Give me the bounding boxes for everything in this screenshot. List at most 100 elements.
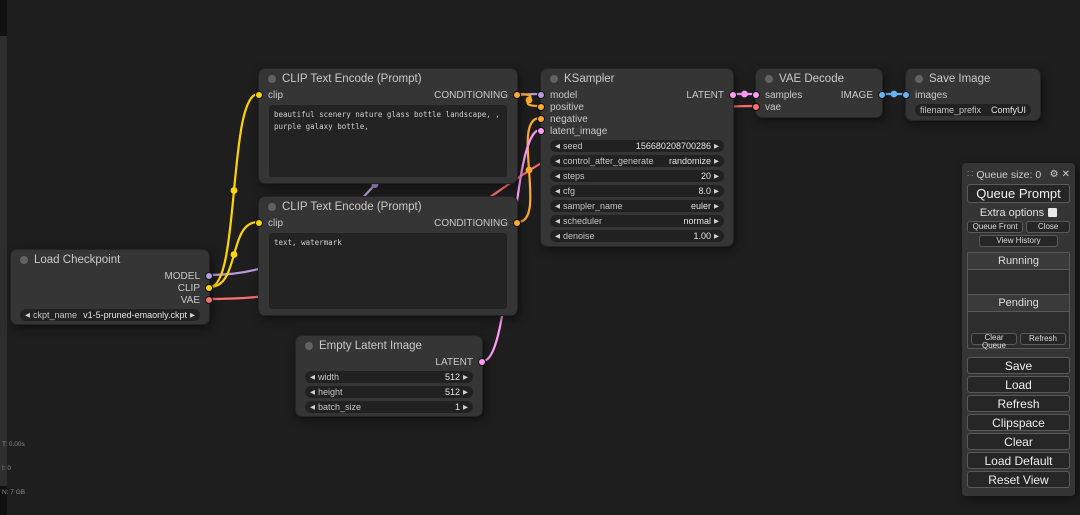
refresh-queue-button[interactable]: Refresh xyxy=(1020,333,1066,345)
widget-batch-size[interactable]: ◀ batch_size 1 ▶ xyxy=(305,401,473,413)
collapse-dot-icon[interactable] xyxy=(268,203,276,211)
output-port-latent[interactable]: LATENT xyxy=(686,90,724,101)
node-empty-latent-image[interactable]: Empty Latent Image LATENT ◀ width 512 ▶ … xyxy=(295,335,483,417)
port-dot-clip[interactable] xyxy=(205,284,213,292)
increment-arrow-icon[interactable]: ▶ xyxy=(463,388,468,396)
decrement-arrow-icon[interactable]: ◀ xyxy=(555,142,560,150)
input-port-vae[interactable]: vae xyxy=(765,102,781,113)
increment-arrow-icon[interactable]: ▶ xyxy=(714,217,719,225)
clipspace-button[interactable]: Clipspace xyxy=(967,414,1070,431)
widget-sampler-name[interactable]: ◀ sampler_name euler ▶ xyxy=(550,200,724,212)
load-button[interactable]: Load xyxy=(967,376,1070,393)
increment-arrow-icon[interactable]: ▶ xyxy=(190,311,195,319)
input-port-latent-image[interactable]: latent_image xyxy=(550,126,607,137)
view-history-button[interactable]: View History xyxy=(979,235,1057,247)
widget-denoise[interactable]: ◀ denoise 1.00 ▶ xyxy=(550,230,724,242)
collapse-dot-icon[interactable] xyxy=(765,75,773,83)
node-title-bar[interactable]: VAE Decode xyxy=(756,69,882,89)
node-title-bar[interactable]: KSampler xyxy=(541,69,733,89)
prompt-textarea[interactable]: text, watermark xyxy=(269,233,507,309)
port-dot-clip[interactable] xyxy=(255,91,263,99)
node-save-image[interactable]: Save Image images filename_prefix ComfyU… xyxy=(905,68,1041,121)
port-dot-clip[interactable] xyxy=(255,219,263,227)
clear-queue-button[interactable]: Clear Queue xyxy=(971,333,1017,345)
increment-arrow-icon[interactable]: ▶ xyxy=(714,232,719,240)
increment-arrow-icon[interactable]: ▶ xyxy=(714,142,719,150)
port-dot-image[interactable] xyxy=(902,91,910,99)
decrement-arrow-icon[interactable]: ◀ xyxy=(310,388,315,396)
queue-front-button[interactable]: Queue Front xyxy=(967,221,1023,233)
increment-arrow-icon[interactable]: ▶ xyxy=(714,157,719,165)
input-port-positive[interactable]: positive xyxy=(550,102,584,113)
close-icon[interactable]: ✕ xyxy=(1062,169,1070,180)
widget-control-after-generate[interactable]: ◀ control_after_generate randomize ▶ xyxy=(550,155,724,167)
collapse-dot-icon[interactable] xyxy=(268,75,276,83)
save-button[interactable]: Save xyxy=(967,357,1070,374)
drag-handle-icon[interactable]: ∷ xyxy=(967,169,973,180)
output-port-conditioning[interactable]: CONDITIONING xyxy=(434,218,508,229)
node-graph-canvas[interactable]: Load Checkpoint MODEL CLIP VAE ◀ ckpt_na… xyxy=(0,0,1080,515)
output-port-latent[interactable]: LATENT xyxy=(435,357,473,368)
port-dot-latent[interactable] xyxy=(478,358,486,366)
output-port-clip[interactable]: CLIP xyxy=(178,283,200,294)
node-clip-text-encode-negative[interactable]: CLIP Text Encode (Prompt) clip CONDITION… xyxy=(258,196,518,316)
settings-gear-icon[interactable]: ⚙ xyxy=(1050,169,1059,180)
widget-scheduler[interactable]: ◀ scheduler normal ▶ xyxy=(550,215,724,227)
widget-steps[interactable]: ◀ steps 20 ▶ xyxy=(550,170,724,182)
collapse-dot-icon[interactable] xyxy=(20,256,28,264)
port-dot-vae[interactable] xyxy=(752,103,760,111)
reset-view-button[interactable]: Reset View xyxy=(967,471,1070,488)
output-port-model[interactable]: MODEL xyxy=(164,271,200,282)
node-load-checkpoint[interactable]: Load Checkpoint MODEL CLIP VAE ◀ ckpt_na… xyxy=(10,249,210,325)
collapse-dot-icon[interactable] xyxy=(305,342,313,350)
decrement-arrow-icon[interactable]: ◀ xyxy=(555,172,560,180)
collapse-dot-icon[interactable] xyxy=(550,75,558,83)
input-port-clip[interactable]: clip xyxy=(268,90,283,101)
refresh-button[interactable]: Refresh xyxy=(967,395,1070,412)
increment-arrow-icon[interactable]: ▶ xyxy=(463,373,468,381)
widget-filename-prefix[interactable]: filename_prefix ComfyUI xyxy=(915,104,1031,116)
queue-prompt-button[interactable]: Queue Prompt xyxy=(967,184,1070,203)
port-dot-vae[interactable] xyxy=(205,296,213,304)
port-dot-conditioning[interactable] xyxy=(537,103,545,111)
output-port-vae[interactable]: VAE xyxy=(181,295,200,306)
output-port-conditioning[interactable]: CONDITIONING xyxy=(434,90,508,101)
node-title-bar[interactable]: Load Checkpoint xyxy=(11,250,209,270)
output-port-image[interactable]: IMAGE xyxy=(841,90,873,101)
decrement-arrow-icon[interactable]: ◀ xyxy=(25,311,30,319)
port-dot-model[interactable] xyxy=(205,272,213,280)
input-port-images[interactable]: images xyxy=(915,90,947,101)
decrement-arrow-icon[interactable]: ◀ xyxy=(555,232,560,240)
input-port-negative[interactable]: negative xyxy=(550,114,588,125)
node-title-bar[interactable]: Empty Latent Image xyxy=(296,336,482,356)
port-dot-model[interactable] xyxy=(537,91,545,99)
decrement-arrow-icon[interactable]: ◀ xyxy=(555,187,560,195)
port-dot-latent[interactable] xyxy=(537,127,545,135)
increment-arrow-icon[interactable]: ▶ xyxy=(714,172,719,180)
widget-seed[interactable]: ◀ seed 156680208700286 ▶ xyxy=(550,140,724,152)
load-default-button[interactable]: Load Default xyxy=(967,452,1070,469)
port-dot-conditioning[interactable] xyxy=(513,91,521,99)
node-vae-decode[interactable]: VAE Decode samples IMAGE vae xyxy=(755,68,883,118)
increment-arrow-icon[interactable]: ▶ xyxy=(463,403,468,411)
port-dot-conditioning[interactable] xyxy=(537,115,545,123)
decrement-arrow-icon[interactable]: ◀ xyxy=(555,157,560,165)
widget-width[interactable]: ◀ width 512 ▶ xyxy=(305,371,473,383)
decrement-arrow-icon[interactable]: ◀ xyxy=(555,202,560,210)
node-clip-text-encode-positive[interactable]: CLIP Text Encode (Prompt) clip CONDITION… xyxy=(258,68,518,184)
node-title-bar[interactable]: CLIP Text Encode (Prompt) xyxy=(259,197,517,217)
input-port-model[interactable]: model xyxy=(550,90,577,101)
node-ksampler[interactable]: KSampler model LATENT positive negative xyxy=(540,68,734,247)
decrement-arrow-icon[interactable]: ◀ xyxy=(310,373,315,381)
port-dot-image[interactable] xyxy=(878,91,886,99)
increment-arrow-icon[interactable]: ▶ xyxy=(714,187,719,195)
port-dot-latent[interactable] xyxy=(752,91,760,99)
extra-options-checkbox[interactable] xyxy=(1048,208,1057,217)
widget-height[interactable]: ◀ height 512 ▶ xyxy=(305,386,473,398)
clear-button[interactable]: Clear xyxy=(967,433,1070,450)
prompt-textarea[interactable]: beautiful scenery nature glass bottle la… xyxy=(269,105,507,177)
decrement-arrow-icon[interactable]: ◀ xyxy=(555,217,560,225)
input-port-clip[interactable]: clip xyxy=(268,218,283,229)
input-port-samples[interactable]: samples xyxy=(765,90,802,101)
widget-ckpt-name[interactable]: ◀ ckpt_name v1-5-pruned-emaonly.ckpt ▶ xyxy=(20,309,200,321)
